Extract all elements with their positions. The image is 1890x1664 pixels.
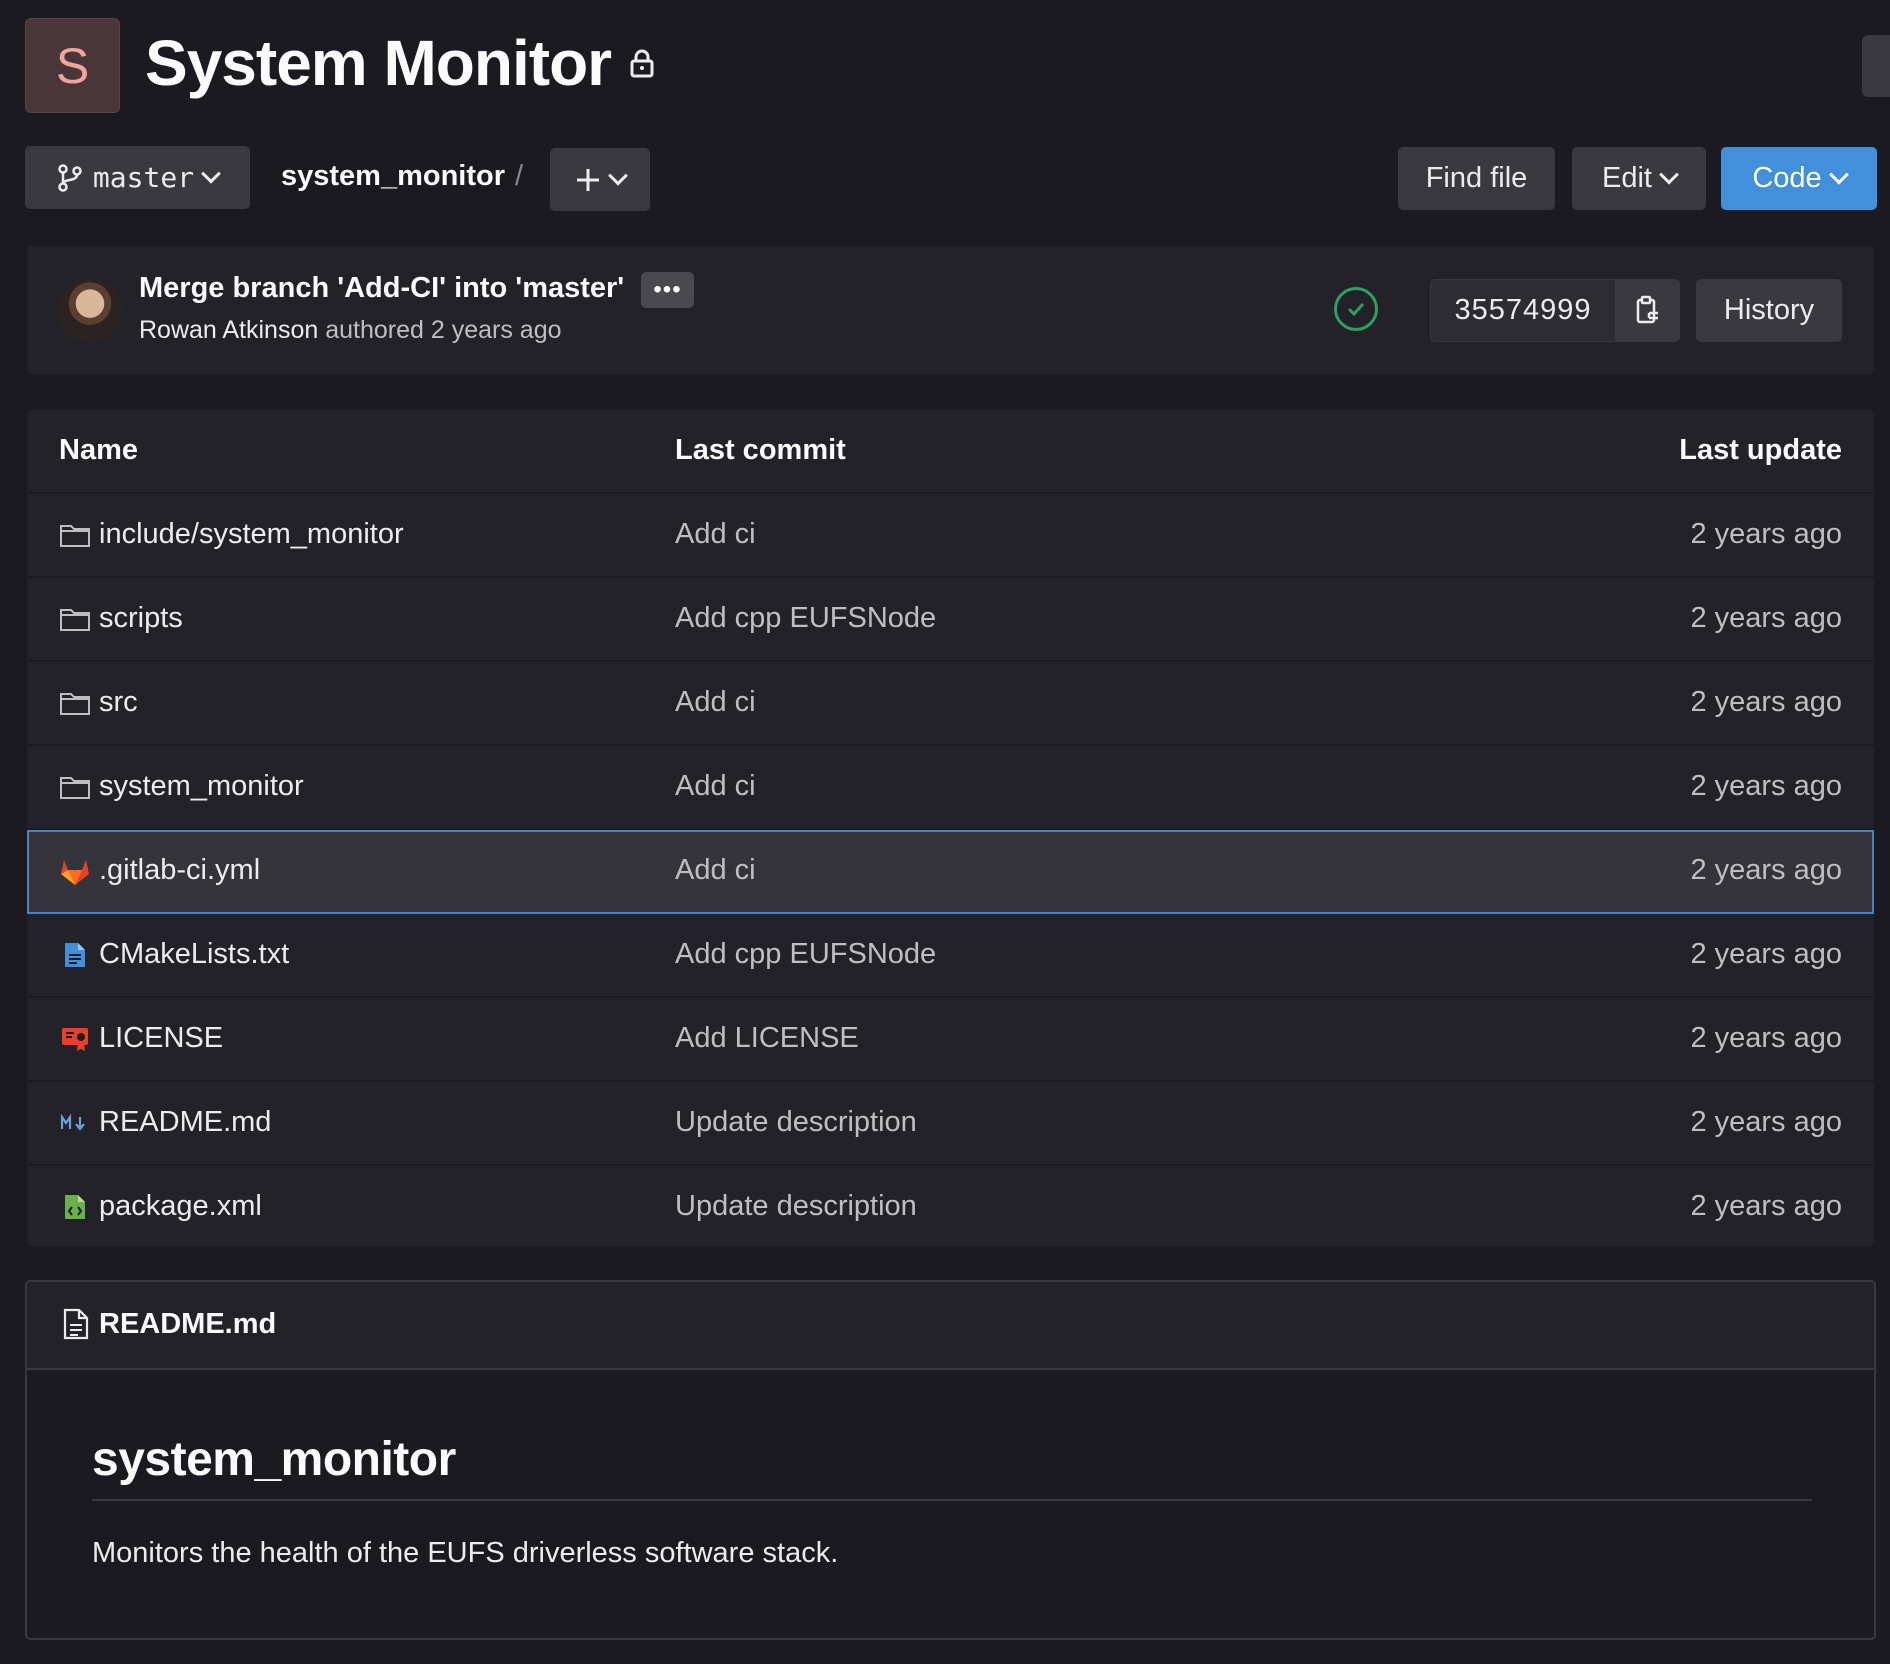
file-name-link[interactable]: .gitlab-ci.yml	[99, 854, 260, 887]
commit-title-link[interactable]: Merge branch 'Add-CI' into 'master'	[139, 272, 624, 305]
last-update-time: 2 years ago	[1690, 518, 1842, 550]
chevron-down-icon	[1659, 164, 1679, 185]
find-file-button[interactable]: Find file	[1398, 147, 1555, 210]
pipeline-status-icon[interactable]	[1334, 287, 1378, 331]
chevron-down-icon	[1828, 164, 1849, 185]
toggle-commit-description-button[interactable]: •••	[641, 272, 694, 308]
file-name-link[interactable]: scripts	[99, 602, 183, 635]
branch-selector[interactable]: master	[25, 146, 250, 209]
folder-icon	[59, 772, 91, 802]
edit-button[interactable]: Edit	[1572, 147, 1706, 210]
table-row[interactable]: scripts Add cpp EUFSNode 2 years ago	[27, 578, 1874, 662]
readme-panel: README.md system_monitor Monitors the he…	[25, 1280, 1876, 1640]
last-update-time: 2 years ago	[1690, 854, 1842, 886]
commit-message-link[interactable]: Add ci	[675, 686, 756, 719]
folder-icon	[59, 688, 91, 718]
last-update-time: 2 years ago	[1690, 1022, 1842, 1054]
table-row[interactable]: LICENSE Add LICENSE 2 years ago	[27, 998, 1874, 1082]
project-avatar-initial: S	[55, 37, 90, 94]
commit-authored-text: authored 2 years ago	[325, 316, 562, 344]
file-name-link[interactable]: README.md	[99, 1106, 271, 1139]
add-to-tree-button[interactable]	[550, 148, 650, 211]
commit-message-link[interactable]: Add ci	[675, 770, 756, 803]
readme-header: README.md	[27, 1282, 1874, 1370]
column-header-last-update: Last update	[1679, 434, 1842, 466]
gitlab-icon	[59, 856, 91, 886]
copy-sha-button[interactable]	[1615, 279, 1680, 342]
plus-icon	[577, 168, 599, 191]
document-icon	[59, 940, 91, 970]
check-icon	[1347, 302, 1365, 317]
table-row[interactable]: CMakeLists.txt Add cpp EUFSNode 2 years …	[27, 914, 1874, 998]
table-row[interactable]: README.md Update description 2 years ago	[27, 1082, 1874, 1166]
file-icon	[63, 1308, 89, 1345]
page-title: System Monitor	[145, 26, 655, 100]
readme-file-link[interactable]: README.md	[99, 1308, 276, 1341]
file-name-link[interactable]: include/system_monitor	[99, 518, 404, 551]
commit-message-link[interactable]: Add cpp EUFSNode	[675, 602, 936, 635]
file-tree-table: Name Last commit Last update include/sys…	[27, 410, 1874, 1246]
history-button[interactable]: History	[1696, 279, 1842, 342]
file-name-link[interactable]: package.xml	[99, 1190, 262, 1223]
commit-meta: Rowan Atkinson authored 2 years ago	[139, 316, 562, 345]
last-update-time: 2 years ago	[1690, 602, 1842, 634]
commit-message-link[interactable]: Update description	[675, 1106, 917, 1139]
breadcrumb-separator: /	[515, 160, 524, 192]
file-name-link[interactable]: CMakeLists.txt	[99, 938, 289, 971]
markdown-icon	[59, 1108, 91, 1138]
project-name: System Monitor	[145, 27, 612, 99]
chevron-down-icon	[201, 163, 221, 184]
folder-icon	[59, 604, 91, 634]
commit-author-link[interactable]: Rowan Atkinson	[139, 316, 318, 344]
file-name-link[interactable]: LICENSE	[99, 1022, 223, 1055]
code-label: Code	[1752, 162, 1822, 194]
readme-description: Monitors the health of the EUFS driverle…	[92, 1537, 839, 1569]
project-avatar[interactable]: S	[25, 18, 120, 113]
column-header-name: Name	[59, 434, 138, 466]
readme-heading: system_monitor	[92, 1433, 456, 1486]
license-icon	[59, 1024, 91, 1054]
table-row[interactable]: src Add ci 2 years ago	[27, 662, 1874, 746]
readme-divider	[92, 1499, 1812, 1501]
lock-icon	[630, 49, 654, 78]
branch-name: master	[92, 161, 195, 194]
last-update-time: 2 years ago	[1690, 686, 1842, 718]
last-update-time: 2 years ago	[1690, 1190, 1842, 1222]
table-row[interactable]: .gitlab-ci.yml Add ci 2 years ago	[27, 830, 1874, 914]
commit-message-link[interactable]: Add LICENSE	[675, 1022, 859, 1055]
branch-icon	[58, 163, 82, 192]
actions-button-stub[interactable]	[1862, 35, 1890, 97]
commit-message-link[interactable]: Add cpp EUFSNode	[675, 938, 936, 971]
table-header: Name Last commit Last update	[27, 410, 1874, 494]
commit-sha-group: 35574999	[1430, 279, 1680, 342]
column-header-last-commit: Last commit	[675, 434, 846, 466]
breadcrumb-path[interactable]: system_monitor	[281, 160, 505, 193]
commit-message-link[interactable]: Update description	[675, 1190, 917, 1223]
author-avatar[interactable]	[58, 278, 122, 342]
commit-message-link[interactable]: Add ci	[675, 854, 756, 887]
table-row[interactable]: system_monitor Add ci 2 years ago	[27, 746, 1874, 830]
commit-sha[interactable]: 35574999	[1430, 279, 1615, 342]
file-name-link[interactable]: system_monitor	[99, 770, 304, 803]
folder-icon	[59, 520, 91, 550]
commit-message-link[interactable]: Add ci	[675, 518, 756, 551]
last-update-time: 2 years ago	[1690, 1106, 1842, 1138]
xml-file-icon	[59, 1192, 91, 1222]
last-update-time: 2 years ago	[1690, 770, 1842, 802]
edit-label: Edit	[1602, 162, 1652, 194]
last-update-time: 2 years ago	[1690, 938, 1842, 970]
table-row[interactable]: include/system_monitor Add ci 2 years ag…	[27, 494, 1874, 578]
clipboard-icon	[1636, 295, 1658, 323]
chevron-down-icon	[608, 165, 628, 186]
code-button[interactable]: Code	[1721, 147, 1877, 210]
table-row[interactable]: package.xml Update description 2 years a…	[27, 1166, 1874, 1246]
file-name-link[interactable]: src	[99, 686, 138, 719]
